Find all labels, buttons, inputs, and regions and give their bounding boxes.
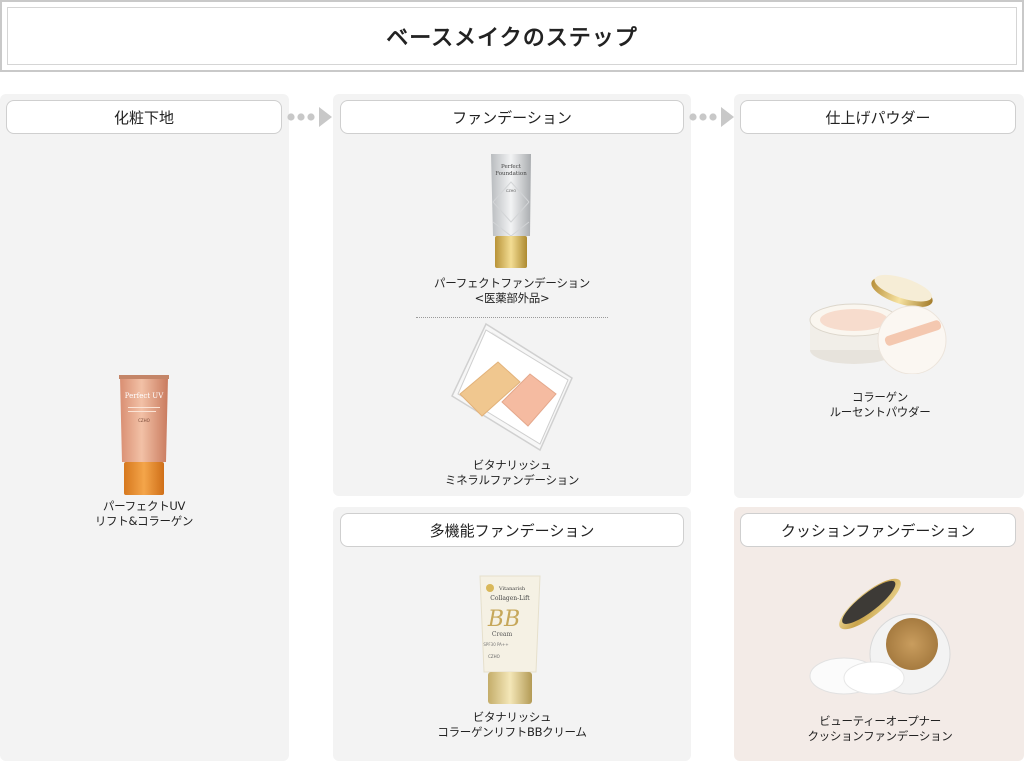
svg-text:Cream: Cream xyxy=(492,631,513,638)
svg-text:CZHO: CZHO xyxy=(138,418,150,423)
cushion-compact-image xyxy=(808,566,954,706)
dots-arrow-icon xyxy=(287,107,332,127)
caption-mineral-foundation-line2: ミネラルファンデーション xyxy=(444,473,580,487)
title-inner: ベースメイクのステップ xyxy=(7,7,1017,65)
caption-mineral-foundation: ビタナリッシュ ミネラルファンデーション xyxy=(420,458,604,488)
caption-lucent-powder-line1: コラーゲン xyxy=(852,390,908,404)
caption-perfect-foundation-line2: <医薬部外品> xyxy=(474,291,550,305)
caption-perfect-uv-line1: パーフェクトUV xyxy=(102,499,186,513)
caption-lucent-powder: コラーゲン ルーセントパウダー xyxy=(790,390,970,420)
caption-perfect-uv-line2: リフト&コラーゲン xyxy=(94,514,194,528)
caption-cushion-line2: クッションファンデーション xyxy=(807,729,953,743)
lucent-powder-jar-image xyxy=(806,262,952,374)
step-arrow-2 xyxy=(688,105,738,129)
caption-bb-cream: ビタナリッシュ コラーゲンリフトBBクリーム xyxy=(414,710,610,740)
caption-cushion: ビューティーオープナー クッションファンデーション xyxy=(790,714,970,744)
svg-text:Collagen-Lift: Collagen-Lift xyxy=(490,595,530,602)
page-title: ベースメイクのステップ xyxy=(386,26,638,51)
caption-lucent-powder-line2: ルーセントパウダー xyxy=(829,405,931,419)
perfect-foundation-tube-image: Perfect Foundation CZHO xyxy=(488,152,534,270)
caption-perfect-uv: パーフェクトUV リフト&コラーゲン xyxy=(60,499,228,529)
dots-arrow-icon xyxy=(689,107,734,127)
step-label-multi-foundation: 多機能ファンデーション xyxy=(340,513,684,547)
svg-text:Perfect: Perfect xyxy=(501,164,522,170)
svg-text:BB: BB xyxy=(487,607,520,632)
step-label-foundation: ファンデーション xyxy=(340,100,684,134)
step-label-cushion-foundation: クッションファンデーション xyxy=(740,513,1016,547)
caption-bb-cream-line1: ビタナリッシュ xyxy=(472,710,552,724)
caption-cushion-line1: ビューティーオープナー xyxy=(819,714,941,728)
step-label-primer: 化粧下地 xyxy=(6,100,282,134)
svg-text:Foundation: Foundation xyxy=(495,171,527,177)
caption-perfect-foundation: パーフェクトファンデーション <医薬部外品> xyxy=(414,276,610,306)
foundation-divider xyxy=(416,317,608,318)
caption-mineral-foundation-line1: ビタナリッシュ xyxy=(472,458,552,472)
title-box: ベースメイクのステップ xyxy=(0,0,1024,72)
caption-bb-cream-line2: コラーゲンリフトBBクリーム xyxy=(437,725,587,739)
perfect-uv-tube-image: Perfect UV CZHO xyxy=(114,374,174,498)
svg-text:Vitanarish: Vitanarish xyxy=(498,586,526,592)
svg-text:SPF30 PA++: SPF30 PA++ xyxy=(483,642,508,647)
svg-text:Perfect UV: Perfect UV xyxy=(125,392,164,400)
svg-text:CZHO: CZHO xyxy=(506,189,516,193)
step-arrow-1 xyxy=(286,105,336,129)
step-label-powder: 仕上げパウダー xyxy=(740,100,1016,134)
mineral-foundation-compact-image xyxy=(446,322,578,456)
caption-perfect-foundation-line1: パーフェクトファンデーション xyxy=(434,276,590,290)
svg-text:CZHO: CZHO xyxy=(488,654,500,659)
bb-cream-tube-image: Vitanarish Collagen-Lift BB Cream SPF30 … xyxy=(476,574,544,706)
